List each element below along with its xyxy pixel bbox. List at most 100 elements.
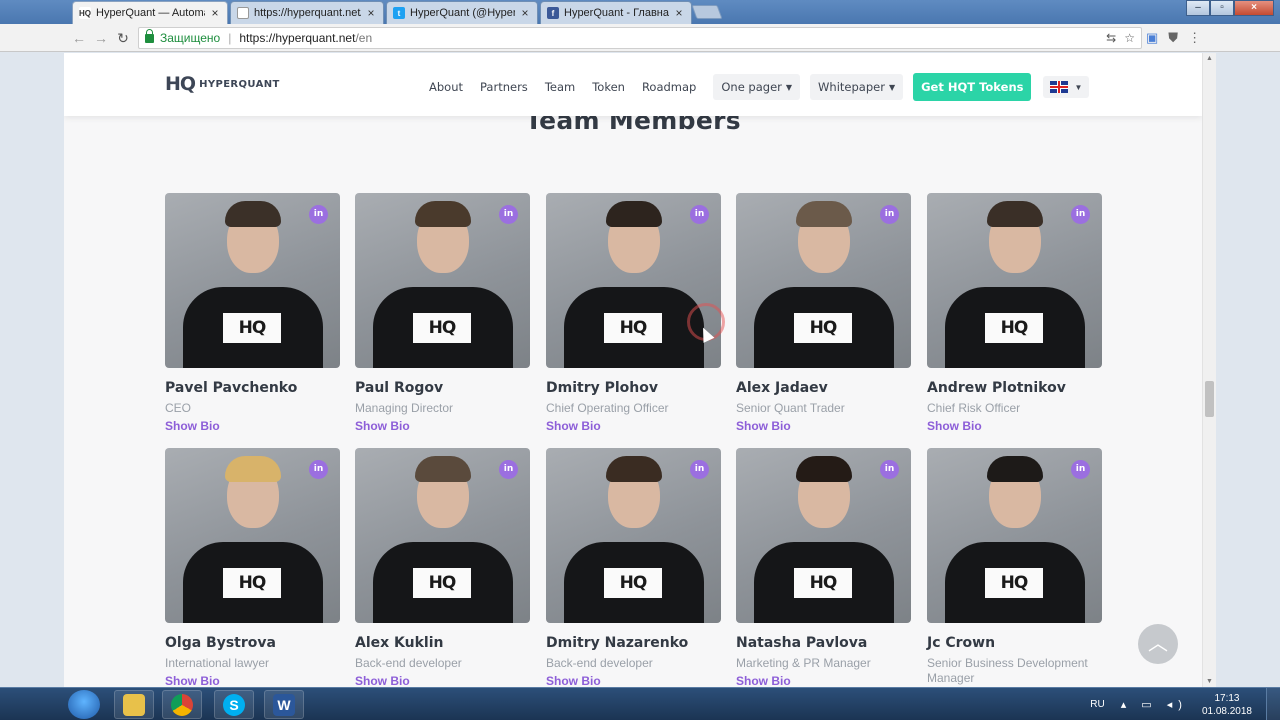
language-selector[interactable]: ▼: [1043, 76, 1090, 98]
linkedin-icon[interactable]: in: [690, 205, 709, 224]
tab-title: https://hyperquant.net/e: [254, 7, 361, 19]
show-bio-link[interactable]: Show Bio: [546, 674, 721, 687]
site-header: HQ HYPERQUANT About Partners Team Token …: [64, 53, 1202, 116]
bookmark-star-icon[interactable]: ☆: [1124, 31, 1135, 45]
translate-icon[interactable]: ⇆: [1106, 31, 1116, 45]
close-tab-icon[interactable]: ×: [519, 6, 531, 20]
team-member-name: Pavel Pavchenko: [165, 380, 298, 396]
taskbar-chrome[interactable]: [162, 690, 202, 719]
show-bio-link[interactable]: Show Bio: [736, 419, 911, 433]
nav-about[interactable]: About: [429, 80, 463, 94]
team-member-name: Alex Kuklin: [355, 635, 444, 651]
uk-flag-icon: [1050, 81, 1069, 93]
team-member-card: HQ in Paul Rogov Managing Director Show Bio: [355, 193, 530, 433]
team-member-card: HQ in Jc Crown Senior Business Development …: [927, 448, 1102, 687]
show-bio-link[interactable]: Show Bio: [165, 419, 340, 433]
linkedin-icon[interactable]: in: [499, 460, 518, 479]
scroll-thumb[interactable]: [1205, 381, 1214, 417]
team-member-name: Olga Bystrova: [165, 635, 276, 651]
shirt-logo: HQ: [604, 313, 662, 343]
get-hqt-tokens-button[interactable]: Get HQT Tokens: [913, 73, 1032, 101]
portrait-hair: [796, 201, 852, 227]
close-tab-icon[interactable]: ×: [673, 6, 685, 20]
menu-dots-icon[interactable]: ⋮: [1188, 30, 1201, 46]
nav-partners[interactable]: Partners: [480, 80, 528, 94]
nav-token[interactable]: Token: [592, 80, 625, 94]
linkedin-icon[interactable]: in: [880, 205, 899, 224]
input-language-indicator[interactable]: RU: [1090, 699, 1104, 710]
linkedin-icon[interactable]: in: [309, 460, 328, 479]
portrait-hair: [415, 456, 471, 482]
team-member-photo: HQ in: [736, 193, 911, 368]
show-bio-link[interactable]: Show Bio: [355, 419, 530, 433]
logo-text: HYPERQUANT: [199, 78, 280, 90]
scroll-to-top-button[interactable]: ︿: [1138, 624, 1178, 664]
back-arrow-icon[interactable]: ←: [70, 29, 88, 47]
shirt-logo: HQ: [413, 313, 471, 343]
linkedin-icon[interactable]: in: [690, 460, 709, 479]
tab-title: HyperQuant (@HyperQu: [410, 7, 515, 19]
site-logo[interactable]: HQ HYPERQUANT: [165, 73, 280, 95]
window-controls: – ▫ ×: [1186, 0, 1274, 16]
taskbar-skype[interactable]: S: [214, 690, 254, 719]
tray-icons[interactable]: ▴ ▭ ◂): [1121, 698, 1188, 711]
close-tab-icon[interactable]: ×: [365, 6, 377, 20]
close-tab-icon[interactable]: ×: [209, 6, 221, 20]
team-member-card: HQ in Olga Bystrova International lawyer Sho…: [165, 448, 340, 687]
team-member-photo: HQ in: [165, 448, 340, 623]
taskbar-explorer[interactable]: [114, 690, 154, 719]
browser-tab-facebook[interactable]: f HyperQuant - Главная | ( ×: [540, 1, 692, 24]
clock[interactable]: 17:13 01.08.2018: [1202, 692, 1252, 718]
reload-icon[interactable]: ↻: [114, 29, 132, 47]
start-button[interactable]: [68, 690, 100, 719]
logo-mark: HQ: [165, 73, 196, 95]
caret-down-icon: ▼: [888, 83, 896, 92]
page-scrollbar[interactable]: ▲ ▼: [1202, 53, 1216, 687]
scroll-down-arrow-icon[interactable]: ▼: [1206, 678, 1213, 685]
minimize-icon[interactable]: –: [1186, 0, 1210, 16]
show-bio-link[interactable]: Show Bio: [546, 419, 721, 433]
extension-icons: ▣ ⛊ ⋮: [1146, 30, 1201, 46]
scroll-up-arrow-icon[interactable]: ▲: [1206, 55, 1213, 62]
team-member-name: Alex Jadaev: [736, 380, 828, 396]
nav-whitepaper-dropdown[interactable]: Whitepaper ▼: [810, 74, 904, 100]
shield-icon[interactable]: ⛊: [1168, 30, 1178, 46]
linkedin-icon[interactable]: in: [499, 205, 518, 224]
team-member-role: International lawyer: [165, 656, 270, 670]
page-viewport: Team Members HQ in Pavel Pavchenko CEO Show …: [64, 53, 1202, 687]
new-tab-button[interactable]: [691, 5, 723, 19]
portrait-hair: [987, 201, 1043, 227]
omnibox-icons: ⇆ ☆: [1106, 31, 1135, 45]
tab-title: HyperQuant - Главная | (: [564, 7, 669, 19]
browser-tab-hyperquant[interactable]: HQ HyperQuant — Automatio ×: [72, 1, 228, 24]
maximize-icon[interactable]: ▫: [1210, 0, 1234, 16]
translate-extension-icon[interactable]: ▣: [1146, 30, 1158, 46]
show-bio-link[interactable]: Show Bio: [165, 674, 340, 687]
browser-tab-hyperquant-url[interactable]: https://hyperquant.net/e ×: [230, 1, 384, 24]
team-member-role: Back-end developer: [546, 656, 653, 670]
team-member-name: Jc Crown: [927, 635, 996, 651]
show-bio-link[interactable]: Show Bio: [736, 674, 911, 687]
show-bio-link[interactable]: Show Bio: [355, 674, 530, 687]
show-bio-link[interactable]: Show Bio: [927, 419, 1102, 433]
linkedin-icon[interactable]: in: [1071, 460, 1090, 479]
nav-one-pager-dropdown[interactable]: One pager ▼: [713, 74, 801, 100]
linkedin-icon[interactable]: in: [880, 460, 899, 479]
close-window-icon[interactable]: ×: [1234, 0, 1274, 16]
forward-arrow-icon[interactable]: →: [92, 29, 110, 47]
linkedin-icon[interactable]: in: [309, 205, 328, 224]
team-member-role: Senior Quant Trader: [736, 401, 845, 415]
linkedin-icon[interactable]: in: [1071, 205, 1090, 224]
taskbar-word[interactable]: W: [264, 690, 304, 719]
folder-icon: [123, 693, 145, 716]
windows-taskbar: S W RU ▴ ▭ ◂) 17:13 01.08.2018: [0, 687, 1280, 720]
secure-label: Защищено: [160, 31, 221, 45]
url-path: /en: [355, 31, 373, 45]
dropdown-label: One pager: [721, 80, 782, 94]
browser-tab-twitter[interactable]: t HyperQuant (@HyperQu ×: [386, 1, 538, 24]
nav-roadmap[interactable]: Roadmap: [642, 80, 696, 94]
nav-team[interactable]: Team: [545, 80, 575, 94]
show-desktop-button[interactable]: [1266, 688, 1280, 720]
chevron-up-icon: ︿: [1148, 633, 1168, 655]
address-bar[interactable]: Защищено | https://hyperquant.net/en ⇆ ☆: [138, 27, 1142, 49]
